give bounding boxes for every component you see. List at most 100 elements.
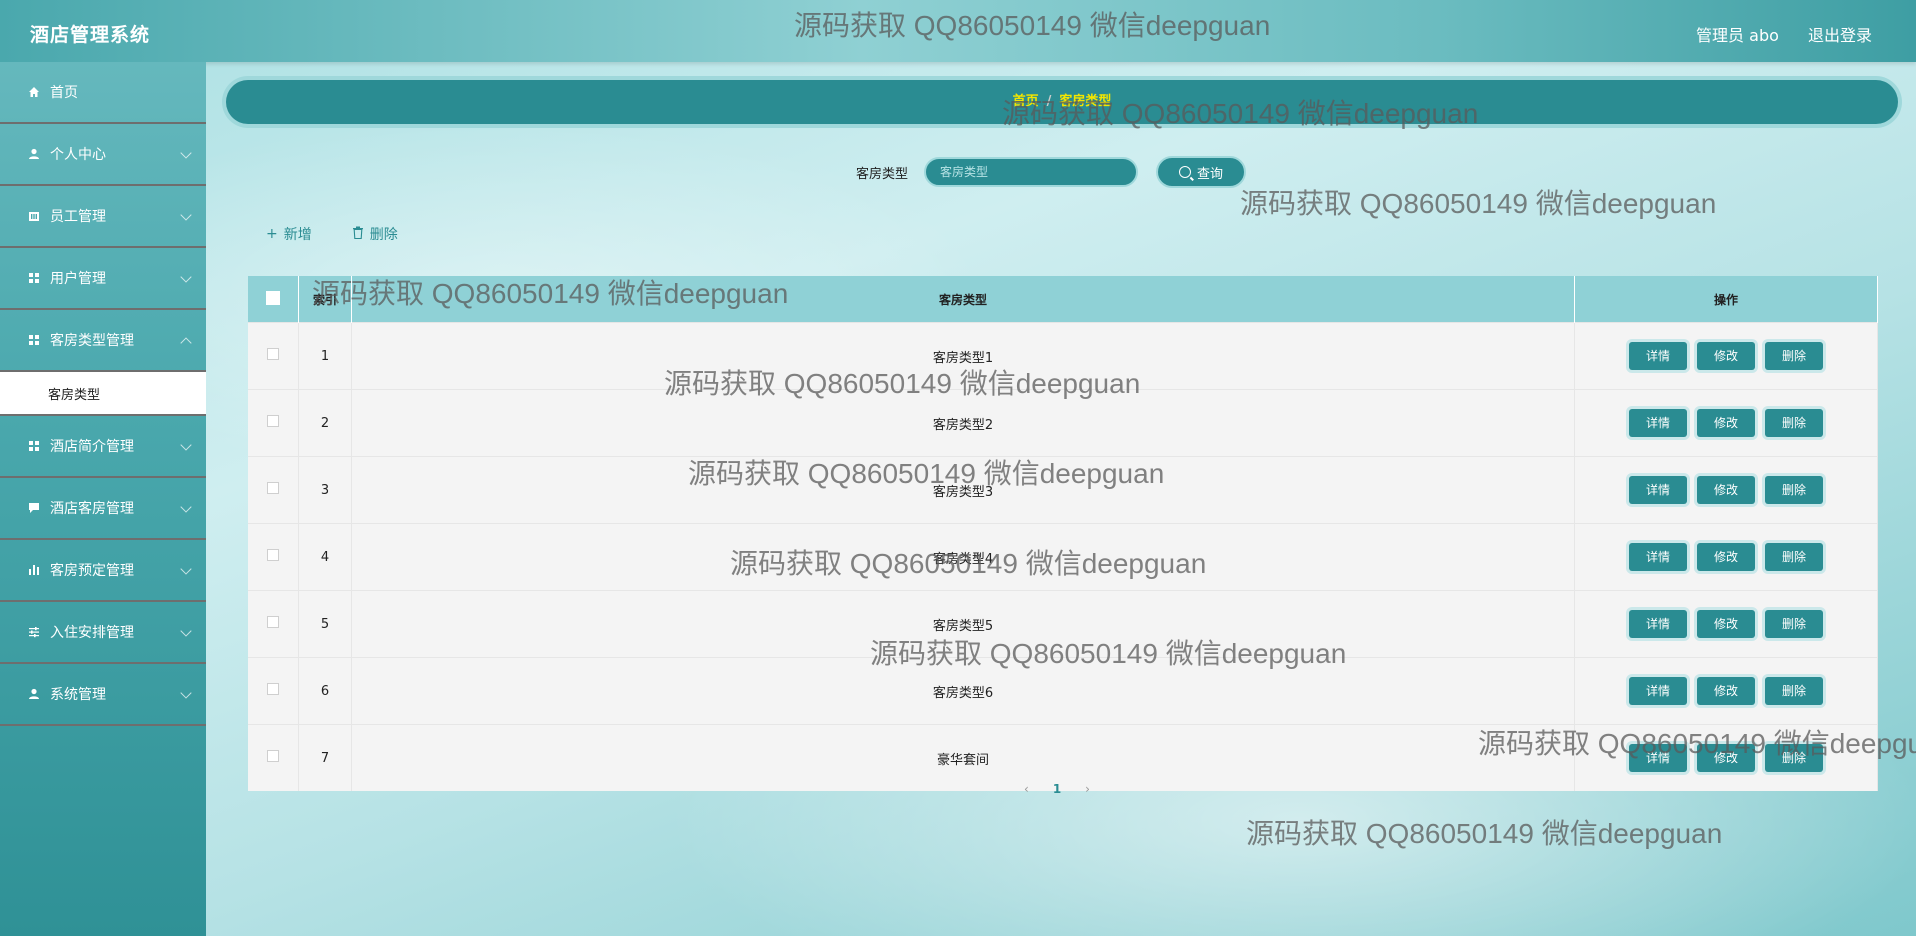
row-room-type: 客房类型6 bbox=[351, 657, 1575, 725]
edit-button[interactable]: 修改 bbox=[1697, 409, 1755, 437]
sidebar-item-hotel-intro[interactable]: 酒店简介管理 bbox=[0, 416, 206, 478]
row-room-type: 客房类型1 bbox=[351, 322, 1575, 390]
staff-icon bbox=[26, 209, 42, 223]
detail-button[interactable]: 详情 bbox=[1629, 476, 1687, 504]
row-ops: 详情 修改 删除 bbox=[1574, 389, 1878, 457]
row-check-cell bbox=[248, 590, 299, 658]
sidebar-item-profile[interactable]: 个人中心 bbox=[0, 124, 206, 186]
row-check-cell bbox=[248, 389, 299, 457]
row-checkbox[interactable] bbox=[267, 415, 279, 427]
chevron-down-icon bbox=[180, 147, 192, 159]
sidebar-item-checkin[interactable]: 入住安排管理 bbox=[0, 602, 206, 664]
top-bar: 酒店管理系统 管理员 abo 退出登录 bbox=[0, 0, 1916, 62]
sidebar-item-hotel-rooms[interactable]: 酒店客房管理 bbox=[0, 478, 206, 540]
search-input[interactable] bbox=[924, 157, 1139, 187]
pagination: ‹ 1 › bbox=[1024, 782, 1090, 796]
breadcrumb-home[interactable]: 首页 bbox=[1013, 94, 1039, 109]
sidebar-item-label: 客房类型管理 bbox=[50, 333, 134, 349]
row-checkbox[interactable] bbox=[267, 482, 279, 494]
breadcrumb-separator: / bbox=[1046, 94, 1052, 109]
row-index: 6 bbox=[298, 657, 352, 725]
row-check-cell bbox=[248, 322, 299, 390]
row-ops: 详情 修改 删除 bbox=[1574, 322, 1878, 390]
row-ops: 详情 修改 删除 bbox=[1574, 657, 1878, 725]
grid-icon bbox=[26, 271, 42, 285]
column-header-index: 索引 bbox=[298, 276, 352, 323]
select-all-checkbox[interactable] bbox=[266, 290, 280, 305]
sidebar-item-home[interactable]: 首页 bbox=[0, 62, 206, 124]
table-row: 3 客房类型3 详情 修改 删除 bbox=[248, 456, 1878, 524]
sidebar-item-room-type-mgmt[interactable]: 客房类型管理 bbox=[0, 310, 206, 372]
delete-button[interactable]: 删除 bbox=[352, 224, 398, 244]
row-delete-button[interactable]: 删除 bbox=[1765, 543, 1823, 571]
sidebar-item-label: 客房类型 bbox=[48, 387, 101, 403]
home-icon bbox=[26, 85, 42, 99]
search-button-label: 查询 bbox=[1197, 166, 1224, 182]
table-header-row: 索引 客房类型 操作 bbox=[248, 276, 1878, 323]
detail-button[interactable]: 详情 bbox=[1629, 342, 1687, 370]
breadcrumb: 首页 / 客房类型 bbox=[226, 80, 1898, 124]
edit-button[interactable]: 修改 bbox=[1697, 543, 1755, 571]
column-header-type: 客房类型 bbox=[351, 276, 1575, 323]
sidebar-subitem-room-type[interactable]: 客房类型 bbox=[0, 372, 206, 416]
row-checkbox[interactable] bbox=[267, 348, 279, 360]
row-index: 4 bbox=[298, 523, 352, 591]
add-button[interactable]: + 新增 bbox=[266, 224, 312, 244]
search-button[interactable]: 查询 bbox=[1156, 156, 1247, 188]
detail-button[interactable]: 详情 bbox=[1629, 409, 1687, 437]
column-header-ops: 操作 bbox=[1574, 276, 1878, 323]
detail-button[interactable]: 详情 bbox=[1629, 610, 1687, 638]
row-check-cell bbox=[248, 523, 299, 591]
sliders-icon bbox=[26, 625, 42, 639]
row-delete-button[interactable]: 删除 bbox=[1765, 610, 1823, 638]
sidebar-item-system[interactable]: 系统管理 bbox=[0, 664, 206, 726]
watermark-text: 源码获取 QQ86050149 微信deepguan bbox=[1240, 188, 1717, 219]
row-room-type: 客房类型5 bbox=[351, 590, 1575, 658]
page-number[interactable]: 1 bbox=[1053, 782, 1061, 796]
prev-page-button[interactable]: ‹ bbox=[1024, 782, 1029, 796]
toolbar: + 新增 删除 bbox=[266, 224, 398, 244]
row-ops: 详情 修改 删除 bbox=[1574, 724, 1878, 791]
row-index: 3 bbox=[298, 456, 352, 524]
row-checkbox[interactable] bbox=[267, 616, 279, 628]
row-checkbox[interactable] bbox=[267, 750, 279, 762]
sidebar-item-booking[interactable]: 客房预定管理 bbox=[0, 540, 206, 602]
row-delete-button[interactable]: 删除 bbox=[1765, 476, 1823, 504]
add-button-label: 新增 bbox=[283, 227, 312, 243]
table-row: 1 客房类型1 详情 修改 删除 bbox=[248, 322, 1878, 390]
delete-button-label: 删除 bbox=[369, 227, 398, 243]
row-delete-button[interactable]: 删除 bbox=[1765, 677, 1823, 705]
row-delete-button[interactable]: 删除 bbox=[1765, 409, 1823, 437]
detail-button[interactable]: 详情 bbox=[1629, 744, 1687, 772]
comment-icon bbox=[26, 501, 42, 515]
chevron-up-icon bbox=[180, 337, 192, 349]
edit-button[interactable]: 修改 bbox=[1697, 610, 1755, 638]
sidebar-item-staff[interactable]: 员工管理 bbox=[0, 186, 206, 248]
sidebar-item-users[interactable]: 用户管理 bbox=[0, 248, 206, 310]
sidebar-item-label: 酒店简介管理 bbox=[50, 439, 134, 455]
edit-button[interactable]: 修改 bbox=[1697, 744, 1755, 772]
row-ops: 详情 修改 删除 bbox=[1574, 523, 1878, 591]
row-delete-button[interactable]: 删除 bbox=[1765, 342, 1823, 370]
row-checkbox[interactable] bbox=[267, 683, 279, 695]
sidebar-item-label: 客房预定管理 bbox=[50, 563, 134, 579]
detail-button[interactable]: 详情 bbox=[1629, 543, 1687, 571]
select-all-cell bbox=[248, 276, 299, 323]
plus-icon: + bbox=[266, 226, 278, 242]
edit-button[interactable]: 修改 bbox=[1697, 476, 1755, 504]
room-type-table: 索引 客房类型 操作 1 客房类型1 详情 修改 删除 2 客房类型2 详情 修改 删除 3 客房类型… bbox=[248, 276, 1878, 791]
next-page-button[interactable]: › bbox=[1085, 782, 1090, 796]
row-delete-button[interactable]: 删除 bbox=[1765, 744, 1823, 772]
detail-button[interactable]: 详情 bbox=[1629, 677, 1687, 705]
sidebar-item-label: 系统管理 bbox=[50, 687, 106, 703]
sidebar: 首页 个人中心 员工管理 用户管理 客房类型管理 客房类型 酒店简介管理 酒店客… bbox=[0, 62, 206, 936]
edit-button[interactable]: 修改 bbox=[1697, 342, 1755, 370]
watermark-text: 源码获取 QQ86050149 微信deepguan bbox=[1246, 818, 1723, 849]
logout-link[interactable]: 退出登录 bbox=[1808, 26, 1872, 45]
row-check-cell bbox=[248, 456, 299, 524]
chart-icon bbox=[26, 563, 42, 577]
row-checkbox[interactable] bbox=[267, 549, 279, 561]
chevron-down-icon bbox=[180, 687, 192, 699]
edit-button[interactable]: 修改 bbox=[1697, 677, 1755, 705]
sidebar-item-label: 个人中心 bbox=[50, 147, 106, 163]
